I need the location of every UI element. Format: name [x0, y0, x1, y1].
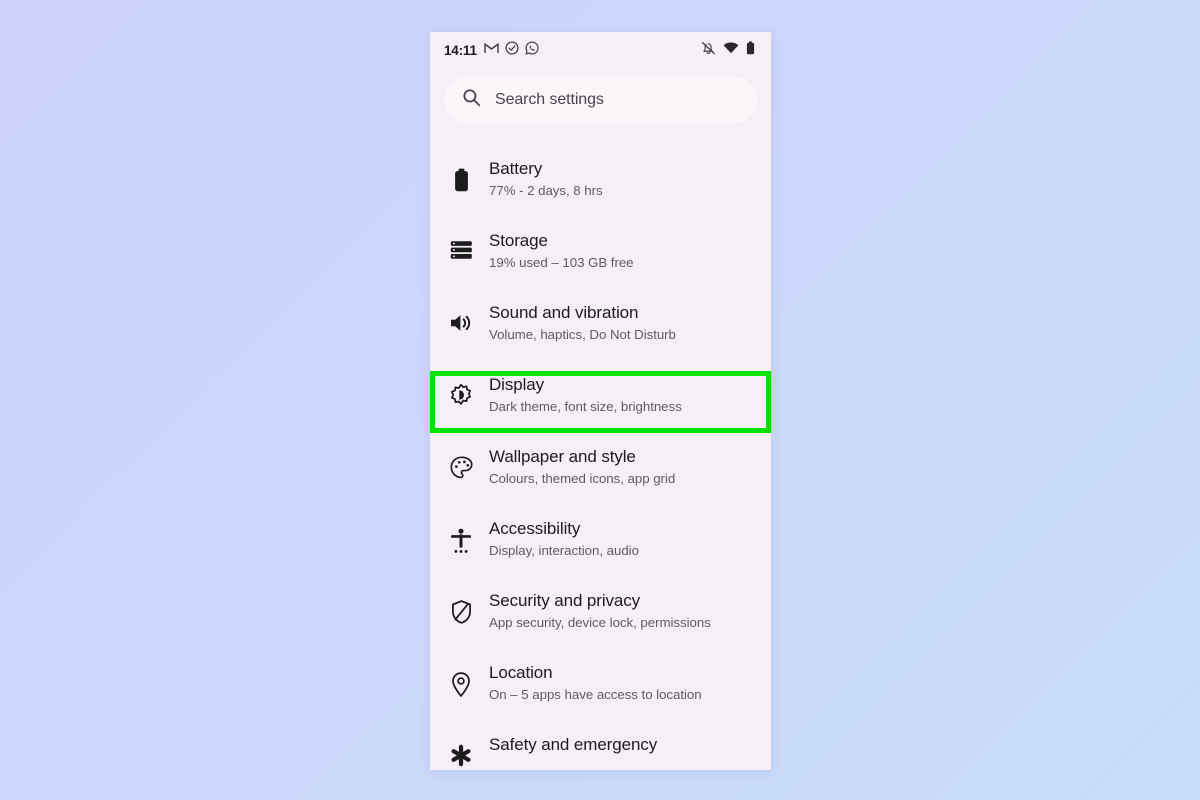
settings-row-text: Location On – 5 apps have access to loca… — [478, 656, 702, 705]
settings-row-text: Safety and emergency — [478, 728, 657, 757]
battery-icon — [444, 152, 478, 192]
settings-row-title: Battery — [489, 159, 543, 178]
status-bar: 14:11 — [430, 32, 771, 68]
settings-row-safety-and-emergency[interactable]: Safety and emergency — [430, 719, 771, 770]
settings-row-text: Storage 19% used – 103 GB free — [478, 224, 634, 273]
display-brightness-icon — [444, 368, 478, 408]
settings-row-subtitle: Display, interaction, audio — [489, 543, 639, 558]
settings-row-title: Display — [489, 375, 545, 394]
settings-row-location[interactable]: Location On – 5 apps have access to loca… — [430, 647, 771, 719]
settings-row-text: Display Dark theme, font size, brightnes… — [478, 368, 682, 417]
shield-icon — [444, 584, 478, 624]
battery-full-icon — [746, 40, 755, 60]
notifications-muted-icon — [701, 41, 716, 60]
settings-row-subtitle: Colours, themed icons, app grid — [489, 471, 676, 486]
gmail-icon — [484, 41, 499, 59]
sound-icon — [444, 296, 478, 334]
check-circle-icon — [505, 40, 519, 60]
settings-row-subtitle: Dark theme, font size, brightness — [489, 399, 682, 414]
settings-row-display[interactable]: Display Dark theme, font size, brightnes… — [430, 359, 771, 431]
status-bar-left: 14:11 — [444, 40, 539, 60]
wifi-icon — [723, 41, 739, 59]
palette-icon — [444, 440, 478, 479]
accessibility-icon — [444, 512, 478, 554]
settings-row-subtitle: 77% - 2 days, 8 hrs — [489, 183, 603, 198]
search-placeholder: Search settings — [495, 91, 604, 108]
settings-row-accessibility[interactable]: Accessibility Display, interaction, audi… — [430, 503, 771, 575]
settings-row-title: Wallpaper and style — [489, 447, 636, 466]
settings-row-title: Accessibility — [489, 519, 581, 538]
settings-row-security-and-privacy[interactable]: Security and privacy App security, devic… — [430, 575, 771, 647]
settings-row-wallpaper-and-style[interactable]: Wallpaper and style Colours, themed icon… — [430, 431, 771, 503]
settings-row-text: Battery 77% - 2 days, 8 hrs — [478, 152, 603, 201]
settings-row-subtitle: App security, device lock, permissions — [489, 615, 711, 630]
emergency-star-icon — [444, 728, 478, 767]
settings-row-storage[interactable]: Storage 19% used – 103 GB free — [430, 215, 771, 287]
settings-row-subtitle: Volume, haptics, Do Not Disturb — [489, 327, 676, 342]
search-icon — [462, 88, 481, 112]
settings-row-sound-and-vibration[interactable]: Sound and vibration Volume, haptics, Do … — [430, 287, 771, 359]
settings-row-text: Security and privacy App security, devic… — [478, 584, 711, 633]
whatsapp-icon — [525, 40, 539, 60]
settings-row-subtitle: 19% used – 103 GB free — [489, 255, 634, 270]
storage-icon — [444, 224, 478, 260]
settings-row-text: Wallpaper and style Colours, themed icon… — [478, 440, 675, 489]
location-pin-icon — [444, 656, 478, 697]
settings-row-text: Sound and vibration Volume, haptics, Do … — [478, 296, 676, 345]
settings-row-title: Storage — [489, 231, 548, 250]
status-time: 14:11 — [444, 42, 477, 58]
search-input[interactable]: Search settings — [444, 77, 757, 123]
settings-row-title: Sound and vibration — [489, 303, 639, 322]
settings-row-subtitle: On – 5 apps have access to location — [489, 687, 702, 702]
settings-list: Battery 77% - 2 days, 8 hrs Storage 19% … — [430, 143, 771, 770]
settings-row-title: Security and privacy — [489, 591, 641, 610]
phone-screen: 14:11 Search settings Battery 77% - 2 da… — [430, 32, 771, 770]
settings-row-text: Accessibility Display, interaction, audi… — [478, 512, 639, 561]
status-bar-right — [701, 40, 755, 60]
settings-row-battery[interactable]: Battery 77% - 2 days, 8 hrs — [430, 143, 771, 215]
settings-row-title: Safety and emergency — [489, 735, 658, 754]
settings-row-title: Location — [489, 663, 553, 682]
